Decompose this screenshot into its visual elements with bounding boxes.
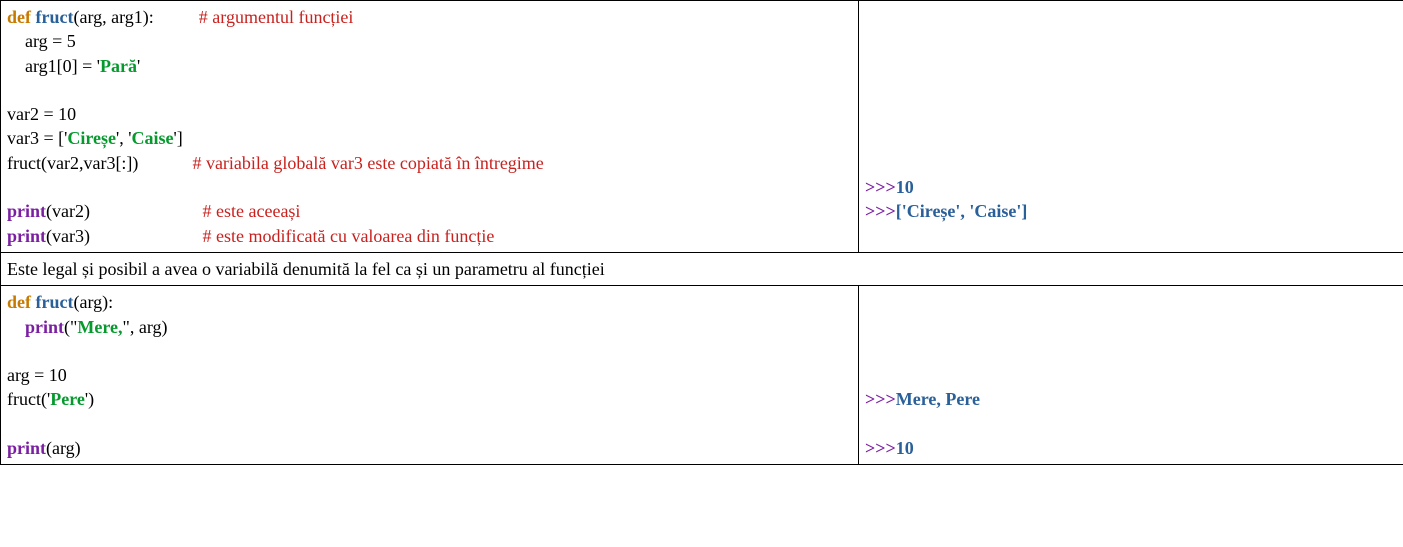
output-value: ['Cireșe', 'Caise'] [896,201,1028,221]
code-text: (arg) [46,438,81,458]
code-text: arg = 5 [7,31,76,51]
output-value: Mere, Pere [896,389,980,409]
code-text: '] [174,128,183,148]
table-row: def fruct(arg, arg1): # argumentul funcț… [1,1,1403,253]
string-literal: Cireșe [67,128,116,148]
code-text: ", arg) [123,317,168,337]
func-name: fruct [36,292,74,312]
comment: # este modificată cu valoarea din funcți… [203,226,495,246]
table-row: def fruct(arg): print("Mere,", arg) arg … [1,286,1403,465]
code-text: var2 = 10 [7,104,76,124]
keyword-def: def [7,7,31,27]
string-literal: Mere, [77,317,122,337]
code-text: (arg): [73,292,113,312]
note-cell: Este legal și posibil a avea o variabilă… [1,252,1403,285]
code-table: def fruct(arg, arg1): # argumentul funcț… [0,0,1403,465]
code-text: ', ' [116,128,132,148]
print-call: print [7,201,46,221]
code-block-2: def fruct(arg): print("Mere,", arg) arg … [7,290,852,460]
code-text: (arg, arg1): [73,7,198,27]
output-prompt: >>> [865,177,896,197]
output-cell-1: >>>10 >>>['Cireșe', 'Caise'] [859,1,1403,253]
print-call: print [7,438,46,458]
func-name: fruct [36,7,74,27]
output-cell-2: >>>Mere, Pere >>>10 [859,286,1403,465]
output-block-2: >>>Mere, Pere >>>10 [865,290,1397,460]
code-block-1: def fruct(arg, arg1): # argumentul funcț… [7,5,852,248]
comment: # este aceeași [203,201,301,221]
output-block-1: >>>10 >>>['Cireșe', 'Caise'] [865,5,1397,224]
comment: # argumentul funcției [199,7,354,27]
output-prompt: >>> [865,438,896,458]
code-text: var3 = [' [7,128,67,148]
code-cell-1: def fruct(arg, arg1): # argumentul funcț… [1,1,859,253]
code-text: fruct(' [7,389,50,409]
code-text: ' [137,56,140,76]
output-value: 10 [896,438,914,458]
output-value: 10 [896,177,914,197]
print-call: print [25,317,64,337]
code-text: fruct(var2,var3[:]) [7,153,192,173]
print-call: print [7,226,46,246]
code-text: (var2) [46,201,202,221]
keyword-def: def [7,292,31,312]
string-literal: Caise [132,128,174,148]
code-text: ') [85,389,94,409]
output-prompt: >>> [865,201,896,221]
code-text [7,317,25,337]
table-row: Este legal și posibil a avea o variabilă… [1,252,1403,285]
code-text: arg = 10 [7,365,67,385]
string-literal: Pară [100,56,137,76]
note-text: Este legal și posibil a avea o variabilă… [7,259,605,279]
code-text: (" [64,317,77,337]
comment: # variabila globală var3 este copiată în… [192,153,543,173]
output-prompt: >>> [865,389,896,409]
string-literal: Pere [50,389,85,409]
code-text: arg1[0] = ' [7,56,100,76]
code-text: (var3) [46,226,202,246]
code-cell-2: def fruct(arg): print("Mere,", arg) arg … [1,286,859,465]
